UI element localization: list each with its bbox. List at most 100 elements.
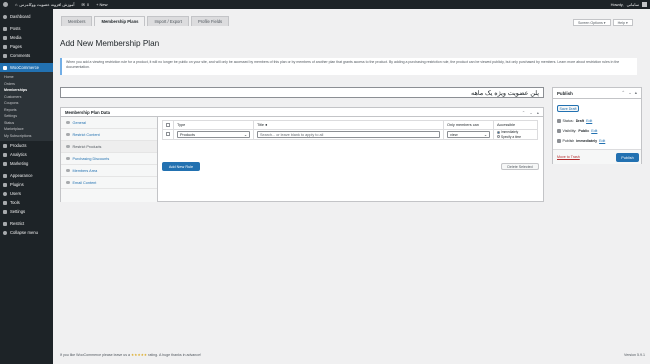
publish-actions: Move to Trash Publish: [553, 149, 641, 164]
new-content-link[interactable]: + New: [96, 2, 107, 7]
toggle-panel-icon[interactable]: ▴: [635, 90, 637, 96]
sidebar-item-users[interactable]: Users: [0, 189, 53, 198]
add-new-rule-button[interactable]: Add New Rule: [162, 162, 200, 171]
delete-selected-button[interactable]: Delete Selected: [501, 163, 539, 170]
col-type: Type: [173, 120, 254, 130]
user-icon: [3, 191, 7, 196]
toggle-panel-icon[interactable]: ▴: [537, 110, 539, 115]
sidebar-item-posts[interactable]: Posts: [0, 24, 53, 33]
move-up-icon[interactable]: ⌃: [522, 110, 526, 115]
plan-title-input[interactable]: پلن عضویت ویژه یک ماهه: [60, 87, 544, 98]
sidebar-item-products[interactable]: Products: [0, 141, 53, 150]
plan-tab-purchasing-discounts[interactable]: Purchasing Discounts: [61, 153, 157, 165]
collapse-menu-button[interactable]: Collapse menu: [0, 228, 53, 237]
plan-tab-restrict-content[interactable]: Restrict Content: [61, 129, 157, 141]
tab-profile-fields[interactable]: Profile Fields: [190, 16, 230, 26]
eye-icon: [557, 129, 561, 133]
help-button[interactable]: Help ▾: [612, 19, 633, 26]
select-all-checkbox[interactable]: [166, 122, 170, 127]
comment-icon: ✉: [81, 2, 85, 7]
col-title: Title ●: [253, 120, 444, 130]
publish-button[interactable]: Publish: [616, 153, 639, 162]
sidebar-item-pages[interactable]: Pages: [0, 42, 53, 51]
sidebar-item-dashboard[interactable]: Dashboard: [0, 12, 53, 21]
users-icon: [66, 168, 70, 173]
plan-data-tabs: General Restrict Content Restrict Produc…: [61, 117, 158, 202]
dashboard-icon: [3, 14, 7, 19]
sidebar-item-appearance[interactable]: Appearance: [0, 171, 53, 180]
footer-thankyou: If you like WooCommerce please leave us …: [60, 353, 202, 357]
edit-status-link[interactable]: Edit: [586, 119, 592, 123]
home-icon: ⌂: [15, 2, 18, 7]
avatar: [642, 2, 647, 7]
publish-box: Publish ⌃ ⌄ ▴ Save Draft Status: Draft E…: [552, 87, 642, 164]
col-accessible: Accessible: [493, 120, 538, 130]
lock-icon: [66, 132, 70, 137]
lock-icon: [3, 221, 7, 226]
sidebar-item-settings[interactable]: Settings: [0, 207, 53, 216]
edit-date-link[interactable]: Edit: [599, 139, 605, 143]
wp-logo-menu[interactable]: [3, 2, 8, 7]
chevron-down-icon: ⌄: [243, 133, 247, 137]
radio-specify-time[interactable]: Specify a time: [497, 135, 534, 140]
plan-tab-email-content[interactable]: Email Content: [61, 177, 157, 189]
settings-icon: [3, 209, 7, 214]
tag-icon: [66, 156, 70, 161]
sidebar-item-analytics[interactable]: Analytics: [0, 150, 53, 159]
screen-options-button[interactable]: Screen Options ▾: [573, 19, 611, 26]
comments-link[interactable]: ✉ 0: [82, 2, 90, 7]
rules-table: Type Title ● Only members can Accessible…: [162, 120, 538, 140]
cart-icon: [66, 144, 70, 149]
move-to-trash-link[interactable]: Move to Trash: [557, 155, 580, 159]
admin-footer: If you like WooCommerce please leave us …: [60, 353, 645, 357]
info-notice: When you add a viewing restriction rule …: [60, 58, 637, 75]
box-icon: [3, 143, 7, 148]
submenu-subscriptions[interactable]: My Subscriptions: [0, 133, 53, 140]
sidebar-item-woocommerce[interactable]: WooCommerce: [0, 63, 53, 72]
table-row: Products ⌄ Search... or leave blank to ap…: [162, 129, 538, 140]
sidebar-item-media[interactable]: Media: [0, 33, 53, 42]
status-row: Status: Draft Edit: [557, 119, 592, 123]
admin-bar: ⌂ آموزش افزونه عضویت ووکامرس ✉ 0 + New How…: [0, 0, 650, 9]
email-icon: [66, 180, 70, 185]
memberships-tabs: Members Membership Plans Import / Export…: [61, 16, 230, 26]
account-menu[interactable]: Howdy, سامانی: [611, 2, 647, 7]
pin-icon: [557, 119, 561, 123]
comment-icon: [3, 53, 7, 58]
move-up-icon[interactable]: ⌃: [621, 90, 625, 96]
members-can-select[interactable]: view ⌄: [447, 131, 490, 138]
plan-tab-restrict-products[interactable]: Restrict Products: [61, 141, 157, 153]
help-tip-icon[interactable]: ●: [265, 123, 267, 127]
gear-icon: [66, 120, 70, 125]
tab-import-export[interactable]: Import / Export: [147, 16, 189, 26]
publish-box-header: Publish ⌃ ⌄ ▴: [553, 88, 641, 99]
sidebar-item-plugins[interactable]: Plugins: [0, 180, 53, 189]
sidebar-item-marketing[interactable]: Marketing: [0, 159, 53, 168]
calendar-icon: [557, 139, 561, 143]
plan-tab-general[interactable]: General: [61, 117, 157, 129]
move-down-icon[interactable]: ⌄: [529, 110, 533, 115]
brush-icon: [3, 173, 7, 178]
screen-meta-links: Screen Options ▾ Help ▾: [573, 19, 633, 26]
admin-sidebar: Dashboard Posts Media Pages Comments Woo…: [0, 9, 53, 364]
edit-visibility-link[interactable]: Edit: [591, 129, 597, 133]
username: سامانی: [626, 2, 639, 7]
restriction-rules: Type Title ● Only members can Accessible…: [162, 120, 538, 140]
move-down-icon[interactable]: ⌄: [628, 90, 632, 96]
sidebar-item-tools[interactable]: Tools: [0, 198, 53, 207]
row-checkbox[interactable]: [166, 132, 170, 136]
plug-icon: [3, 182, 7, 187]
sidebar-item-restrict[interactable]: Restrict: [0, 219, 53, 228]
save-draft-button[interactable]: Save Draft: [557, 105, 579, 112]
membership-plan-data-box: Membership Plan Data ⌃ ⌄ ▴ General Restr…: [60, 107, 544, 202]
plan-tab-members-area[interactable]: Members Area: [61, 165, 157, 177]
tab-membership-plans[interactable]: Membership Plans: [94, 16, 146, 26]
site-name-link[interactable]: ⌂ آموزش افزونه عضویت ووکامرس: [15, 2, 75, 7]
sidebar-item-comments[interactable]: Comments: [0, 51, 53, 60]
tab-members[interactable]: Members: [61, 16, 93, 26]
rating-stars-link[interactable]: ★★★★★: [131, 353, 147, 357]
rule-type-select[interactable]: Products ⌄: [177, 131, 250, 138]
chart-icon: [3, 152, 7, 157]
rule-title-search-input[interactable]: Search... or leave blank to apply to all: [257, 131, 440, 138]
plan-box-header: Membership Plan Data ⌃ ⌄ ▴: [61, 108, 543, 117]
